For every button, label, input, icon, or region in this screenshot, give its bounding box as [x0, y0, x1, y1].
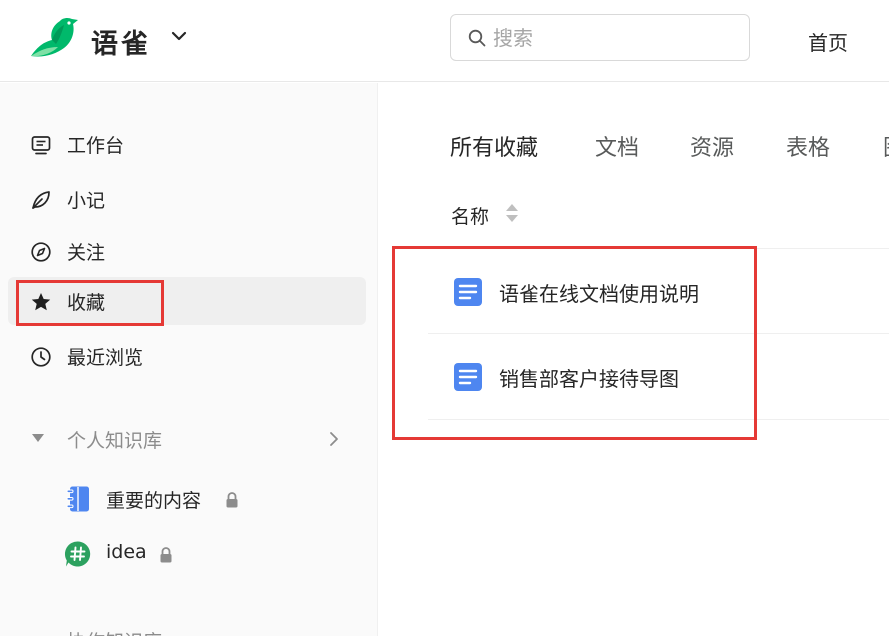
search-icon [468, 29, 486, 47]
sidebar: 工作台 小记 关注 收藏 最近浏览 个人知识库 重要的内容 idea [0, 83, 378, 636]
collab-kb-section-title[interactable]: 协作知识库 [67, 627, 162, 636]
section-title: 个人知识库 [67, 430, 163, 452]
sidebar-item-label: 工作台 [67, 135, 125, 157]
lock-icon [160, 547, 172, 563]
kb-item-label: 重要的内容 [106, 490, 202, 512]
kb-item-idea[interactable]: idea [64, 534, 364, 574]
sidebar-item-favorites[interactable]: 收藏 [8, 277, 366, 325]
sidebar-item-label: 收藏 [67, 292, 106, 314]
caret-down-icon[interactable] [31, 432, 45, 444]
sidebar-item-notes[interactable]: 小记 [8, 175, 366, 223]
tab-documents[interactable]: 文档 [595, 130, 639, 162]
notebook-icon [66, 486, 89, 512]
column-header-name[interactable]: 名称 [451, 202, 489, 229]
document-title[interactable]: 销售部客户接待导图 [499, 363, 679, 392]
list-item[interactable]: 语雀在线文档使用说明 [428, 248, 889, 334]
personal-kb-section[interactable]: 个人知识库 [0, 419, 378, 459]
chevron-right-icon[interactable] [328, 431, 340, 447]
sidebar-item-label: 关注 [67, 242, 106, 264]
list-item[interactable]: 销售部客户接待导图 [428, 334, 889, 420]
search-input[interactable] [493, 23, 733, 53]
sidebar-item-label: 最近浏览 [67, 347, 144, 369]
search-box[interactable] [450, 14, 750, 61]
kb-item-label: idea [106, 541, 147, 563]
nav-home-link[interactable]: 首页 [808, 27, 848, 56]
star-icon [31, 293, 51, 311]
lock-icon [226, 492, 238, 508]
document-icon [454, 363, 482, 391]
leaf-icon [32, 191, 50, 209]
sidebar-item-follow[interactable]: 关注 [8, 227, 366, 275]
sidebar-item-label: 小记 [67, 190, 106, 212]
tab-resources[interactable]: 资源 [690, 130, 734, 162]
tab-sheets[interactable]: 表格 [786, 130, 830, 162]
kb-item-important[interactable]: 重要的内容 [64, 479, 364, 519]
sidebar-item-recent[interactable]: 最近浏览 [8, 332, 366, 380]
chevron-down-icon[interactable] [170, 29, 188, 43]
brand-name[interactable]: 语雀 [91, 22, 151, 61]
tab-all-favorites[interactable]: 所有收藏 [450, 130, 538, 162]
yuque-logo-icon[interactable] [28, 16, 80, 60]
clock-icon [31, 347, 51, 367]
tab-more[interactable]: 图 [883, 130, 889, 162]
sort-icon[interactable] [505, 202, 519, 224]
workbench-icon [31, 136, 51, 155]
sidebar-item-workbench[interactable]: 工作台 [8, 120, 366, 168]
document-icon [454, 278, 482, 306]
top-header: 语雀 首页 [0, 0, 889, 82]
hash-icon [64, 541, 91, 567]
document-title[interactable]: 语雀在线文档使用说明 [499, 278, 699, 307]
compass-icon [31, 242, 51, 262]
